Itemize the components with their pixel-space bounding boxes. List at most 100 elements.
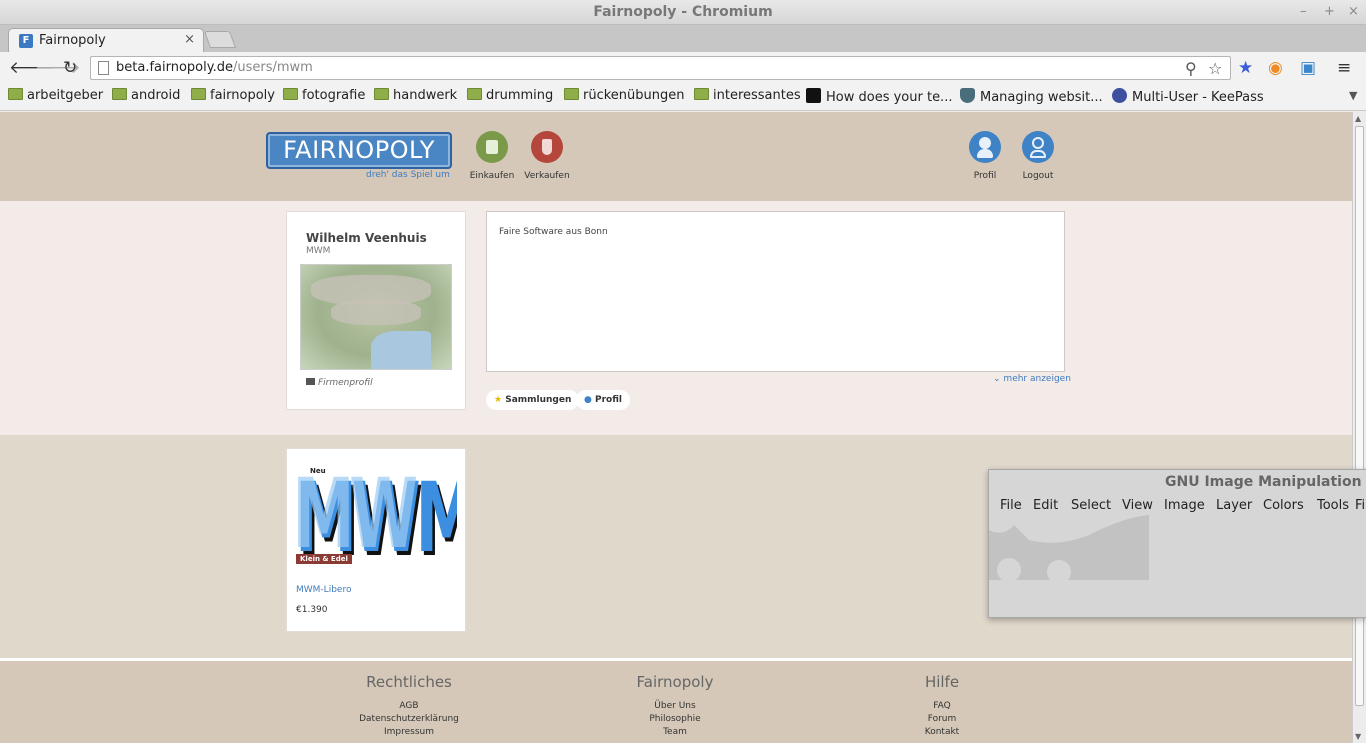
nav-logout[interactable]: Logout <box>1008 131 1068 181</box>
url-path: /users/mwm <box>232 60 313 75</box>
logout-person-icon <box>1022 131 1054 163</box>
hackerrank-icon <box>806 88 821 103</box>
footer-legal-column: Rechtliches AGB Datenschutzerklärung Imp… <box>309 673 509 739</box>
bookmark-android[interactable]: android <box>112 88 180 106</box>
nav-logout-label: Logout <box>1022 171 1054 181</box>
company-profile-label: Firmenprofil <box>306 378 373 388</box>
footer-help-heading: Hilfe <box>924 673 960 691</box>
bookmark-managing-websites[interactable]: Managing websit... <box>960 88 1103 106</box>
folder-icon <box>283 88 298 100</box>
site-header: FAIRNOPOLY dreh' das Spiel um Einkaufen … <box>0 112 1352 201</box>
bookmark-label: arbeitgeber <box>27 88 104 103</box>
nav-profil[interactable]: Profil <box>955 131 1015 181</box>
search-icon[interactable]: ⚲ <box>1185 59 1197 78</box>
url-host: beta.fairnopoly.de <box>116 60 233 75</box>
profile-tab-label: Profil <box>595 395 622 405</box>
tab-fairnopoly[interactable]: F Fairnopoly × <box>8 28 204 52</box>
footer-link-forum[interactable]: Forum <box>842 713 1042 726</box>
maximize-button[interactable]: + <box>1324 4 1335 19</box>
reload-icon[interactable]: ↻ <box>63 58 77 78</box>
footer-link-philosophy[interactable]: Philosophie <box>575 713 775 726</box>
profile-description-box: Faire Software aus Bonn <box>486 211 1065 372</box>
browser-toolbar: 🡐 🡒 ↻ beta.fairnopoly.de/users/mwm ⚲ ☆ ★… <box>0 52 1366 84</box>
bookmark-manager-star-icon[interactable]: ★ <box>1238 58 1253 78</box>
bookmark-label: android <box>131 88 181 103</box>
bookmark-rueckenuebungen[interactable]: rückenübungen <box>564 88 685 106</box>
folder-icon <box>191 88 206 100</box>
scroll-down-icon[interactable]: ▼ <box>1355 732 1361 741</box>
new-badge: Neu <box>310 467 326 475</box>
gimp-wilber-icon <box>989 515 1149 584</box>
bookmarks-overflow-chevron-icon[interactable]: ▼ <box>1349 89 1357 107</box>
web-page: FAIRNOPOLY dreh' das Spiel um Einkaufen … <box>0 112 1352 743</box>
menu-icon[interactable]: ≡ <box>1337 58 1351 78</box>
folder-icon <box>112 88 127 100</box>
url-text[interactable]: beta.fairnopoly.de/users/mwm <box>116 60 313 75</box>
profile-card: Wilhelm Veenhuis MWM Firmenprofil <box>286 211 466 410</box>
folder-icon <box>694 88 709 100</box>
profile-tab-button[interactable]: ● Profil <box>576 390 630 410</box>
nav-einkaufen[interactable]: Einkaufen <box>462 131 522 181</box>
close-window-button[interactable]: × <box>1348 4 1359 19</box>
bookmark-handwerk[interactable]: handwerk <box>374 88 457 106</box>
profile-description: Faire Software aus Bonn <box>499 227 608 237</box>
minimize-button[interactable]: – <box>1300 4 1307 19</box>
gimp-menu-image[interactable]: Image <box>1164 498 1205 513</box>
keepass-icon <box>1112 88 1127 103</box>
footer-link-privacy[interactable]: Datenschutzerklärung <box>309 713 509 726</box>
location-map[interactable] <box>300 264 452 370</box>
gimp-menu-file[interactable]: File <box>1000 498 1022 513</box>
product-title[interactable]: MWM-Libero <box>296 585 351 595</box>
bookmark-arbeitgeber[interactable]: arbeitgeber <box>8 88 103 106</box>
footer-link-agb[interactable]: AGB <box>309 700 509 713</box>
star-icon: ★ <box>494 395 503 405</box>
site-logo[interactable]: FAIRNOPOLY <box>266 132 452 169</box>
footer-link-contact[interactable]: Kontakt <box>842 726 1042 739</box>
nav-verkaufen[interactable]: Verkaufen <box>517 131 577 181</box>
collections-label: Sammlungen <box>505 395 572 405</box>
extension-icon[interactable]: ▣ <box>1300 58 1316 78</box>
bookmark-hackerrank[interactable]: How does your te... <box>806 88 952 106</box>
profile-name: Wilhelm Veenhuis <box>306 231 427 245</box>
footer-link-about[interactable]: Über Uns <box>575 700 775 713</box>
gimp-menu-edit[interactable]: Edit <box>1033 498 1058 513</box>
bookmark-keepass[interactable]: Multi-User - KeePass <box>1112 88 1264 106</box>
bookmark-label: drumming <box>486 88 554 103</box>
gimp-window[interactable]: GNU Image Manipulation P File Edit Selec… <box>988 469 1366 618</box>
folder-icon <box>374 88 389 100</box>
gimp-menu-layer[interactable]: Layer <box>1216 498 1252 513</box>
bookmark-fotografie[interactable]: fotografie <box>283 88 365 106</box>
scrollbar-thumb[interactable] <box>1355 126 1364 706</box>
gimp-menu-select[interactable]: Select <box>1071 498 1111 513</box>
gimp-menu-filters[interactable]: Fil <box>1355 498 1366 513</box>
page-scrollbar[interactable]: ▲ ▼ <box>1352 112 1366 743</box>
collections-button[interactable]: ★ Sammlungen <box>486 390 580 410</box>
folder-icon <box>8 88 23 100</box>
gimp-menu-tools[interactable]: Tools <box>1317 498 1349 513</box>
rss-icon[interactable]: ◉ <box>1268 58 1283 78</box>
footer-legal-heading: Rechtliches <box>366 673 452 691</box>
bookmark-star-icon[interactable]: ☆ <box>1208 59 1222 78</box>
footer-link-imprint[interactable]: Impressum <box>309 726 509 739</box>
bookmark-drumming[interactable]: drumming <box>467 88 553 106</box>
tab-close-icon[interactable]: × <box>184 32 195 47</box>
scroll-up-icon[interactable]: ▲ <box>1355 114 1361 123</box>
footer-link-team[interactable]: Team <box>575 726 775 739</box>
company-profile-text: Firmenprofil <box>318 378 373 388</box>
footer-company-heading: Fairnopoly <box>636 673 714 691</box>
gimp-menu-view[interactable]: View <box>1122 498 1153 513</box>
user-icon: ● <box>584 395 592 405</box>
bookmark-label: interessantes <box>713 88 801 103</box>
new-tab-button[interactable] <box>203 31 237 48</box>
bookmark-interessantes[interactable]: interessantes <box>694 88 801 106</box>
bookmark-label: Managing websit... <box>980 90 1103 105</box>
footer-link-faq[interactable]: FAQ <box>842 700 1042 713</box>
chevron-down-icon: ⌄ <box>993 374 1001 384</box>
bookmark-fairnopoly[interactable]: fairnopoly <box>191 88 275 106</box>
gimp-menu-colors[interactable]: Colors <box>1263 498 1304 513</box>
show-more-link[interactable]: ⌄ mehr anzeigen <box>993 374 1071 384</box>
address-bar[interactable]: beta.fairnopoly.de/users/mwm ⚲ ☆ <box>90 56 1231 80</box>
tab-strip: F Fairnopoly × <box>0 25 1366 52</box>
product-card[interactable]: MWM MWM MW Neu Klein & Edel MWM-Libero €… <box>286 448 466 632</box>
footer-help-column: Hilfe FAQ Forum Kontakt <box>842 673 1042 739</box>
